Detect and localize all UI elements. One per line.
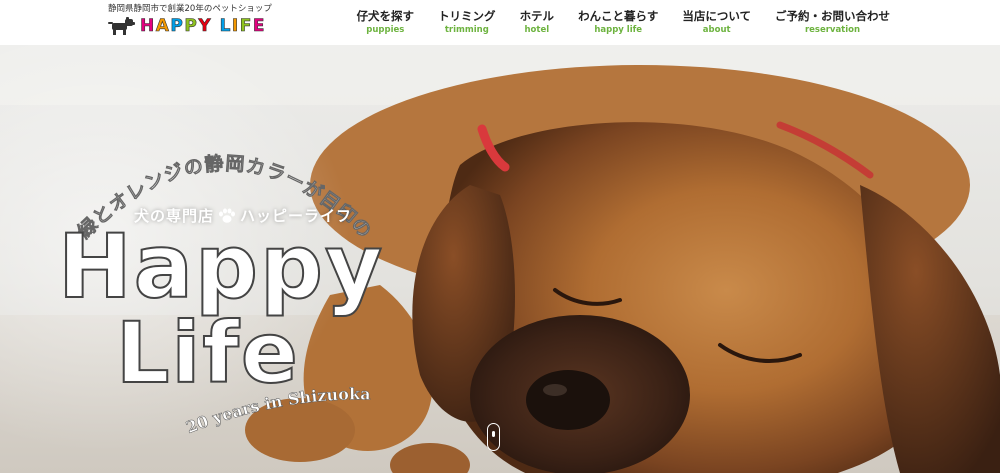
hero-title-line1: Happy [57,215,385,318]
nav-sublabel: puppies [366,25,405,35]
nav-hotel[interactable]: ホテル hotel [520,9,555,36]
nav-reservation[interactable]: ご予約・お問い合わせ reservation [775,9,890,36]
nav-label: 当店について [682,9,751,23]
logo-letter: F [239,16,253,37]
nav-label: ご予約・お問い合わせ [775,9,890,23]
logo-letter: P [184,16,199,37]
nav-sublabel: happy life [594,25,643,35]
brand[interactable]: 静岡県静岡市で創業20年のペットショップ HAPPY LIFE [108,4,272,36]
svg-text:20 years in Shizuoka: 20 years in Shizuoka [183,384,370,437]
nav-label: トリミング [438,9,496,23]
nav-label: わんこと暮らす [578,9,659,23]
main-nav: 仔犬を探す puppies トリミング trimming ホテル hotel わ… [357,9,890,36]
site-header: 静岡県静岡市で創業20年のペットショップ HAPPY LIFE 仔犬を探す pu… [0,0,1000,45]
logo-letter: E [252,16,266,37]
nav-sublabel: about [702,25,731,35]
nav-about[interactable]: 当店について about [682,9,751,36]
logo-letter: H [140,16,156,37]
nav-happy-life[interactable]: わんこと暮らす happy life [578,9,658,36]
nav-sublabel: reservation [804,25,861,35]
logo-text: HAPPY LIFE [140,16,266,37]
logo-letter: A [155,16,171,37]
nav-sublabel: hotel [524,25,550,35]
scroll-down-indicator[interactable] [487,423,500,451]
nav-sublabel: trimming [444,25,489,35]
years-arc: 20 years in Shizuoka [183,384,371,437]
logo-letter: P [170,16,185,37]
logo-letter [212,16,219,36]
logo-letter: L [219,16,232,37]
logo[interactable]: HAPPY LIFE [108,16,272,36]
years-text: 20 years in Shizuoka [183,384,371,437]
tagline: 静岡県静岡市で創業20年のペットショップ [108,4,272,14]
nav-label: 仔犬を探す [356,9,415,23]
nav-puppies[interactable]: 仔犬を探す puppies [357,9,415,36]
scroll-dot [492,431,495,437]
hero: 緑とオレンジの静岡カラーが目印の 犬の専門店 ハッピーライフ Happy Lif… [0,45,1000,473]
nav-trimming[interactable]: トリミング trimming [438,9,496,36]
logo-letter: Y [198,16,213,37]
dog-logo-icon [108,17,135,35]
logo-letter: I [231,16,240,37]
nav-label: ホテル [519,9,555,23]
